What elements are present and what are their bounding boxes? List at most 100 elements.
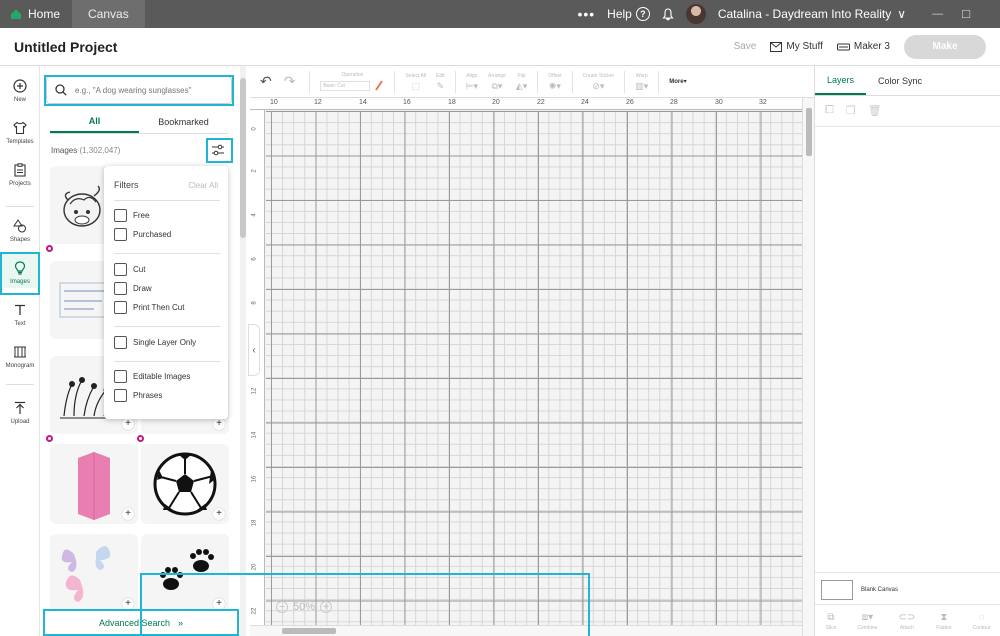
edit-button[interactable]: Edit ✎: [436, 73, 445, 91]
rail-item-shapes[interactable]: Shapes: [0, 218, 40, 243]
add-image-button[interactable]: +: [213, 418, 225, 430]
plus-circle-icon: [12, 78, 28, 94]
maximize-window-icon[interactable]: ☐: [961, 8, 971, 21]
advanced-search-button[interactable]: Advanced Search »: [44, 611, 238, 635]
rail-item-text[interactable]: Text: [0, 302, 40, 327]
more-button[interactable]: More▾: [669, 78, 686, 85]
scrollbar-thumb[interactable]: [282, 628, 336, 634]
checkbox[interactable]: [114, 301, 127, 314]
add-image-button[interactable]: +: [122, 418, 134, 430]
offset-button[interactable]: Offset ✺▾: [548, 73, 561, 91]
duplicate-icon[interactable]: ❐: [846, 104, 856, 117]
operation-select[interactable]: Basic Cut: [320, 80, 371, 91]
create-sticker-button[interactable]: Create Sticker ⊘▾: [583, 73, 615, 91]
ruler-label: 18: [448, 99, 456, 106]
filter-option-single-layer[interactable]: Single Layer Only: [114, 336, 196, 349]
filter-label: Draw: [133, 284, 152, 293]
warp-button[interactable]: Warp ▥▾: [635, 73, 648, 91]
zoom-out-button[interactable]: −: [276, 601, 288, 613]
filter-option-draw[interactable]: Draw: [114, 282, 152, 295]
user-account-menu[interactable]: Catalina - Daydream Into Reality ∨: [718, 7, 906, 21]
arrange-button[interactable]: Arrange ⧉▾: [488, 73, 506, 91]
tab-color-sync[interactable]: Color Sync: [866, 66, 934, 95]
more-options-icon[interactable]: •••: [577, 6, 595, 22]
save-button[interactable]: Save: [734, 41, 757, 52]
undo-icon[interactable]: ↶: [260, 73, 272, 90]
blank-canvas-layer[interactable]: Blank Canvas: [821, 580, 898, 600]
machine-selector[interactable]: Maker 3: [836, 41, 890, 52]
canvas-grid[interactable]: [266, 111, 802, 625]
clear-all-button[interactable]: Clear All: [188, 181, 218, 190]
filter-option-print-then-cut[interactable]: Print Then Cut: [114, 301, 184, 314]
canvas-tab[interactable]: Canvas: [72, 0, 145, 28]
make-button[interactable]: Make: [904, 34, 986, 59]
collapse-panel-button[interactable]: ‹: [248, 324, 260, 376]
flip-button[interactable]: Flip ◭▾: [516, 73, 527, 91]
checkbox[interactable]: [114, 370, 127, 383]
flatten-button[interactable]: ⧗ Flatten: [936, 612, 951, 631]
ruler-label: 8: [251, 301, 258, 305]
image-tile[interactable]: +: [50, 444, 138, 524]
filter-toggle-button[interactable]: [206, 138, 230, 162]
contour-button[interactable]: ◌ Contour: [973, 612, 991, 631]
checkbox[interactable]: [114, 263, 127, 276]
operation-dropdown[interactable]: Operation Basic Cut: [320, 72, 384, 92]
slice-button[interactable]: ⧉ Slice: [826, 612, 837, 631]
image-tile[interactable]: +: [141, 444, 229, 524]
tab-layers[interactable]: Layers: [815, 66, 867, 95]
close-window-icon[interactable]: [989, 8, 992, 21]
images-panel-scrollbar[interactable]: [240, 66, 246, 636]
scrollbar-thumb[interactable]: [806, 108, 812, 156]
advanced-search-label: Advanced Search: [98, 618, 171, 628]
search-box[interactable]: [46, 76, 232, 104]
canvas-vertical-scrollbar[interactable]: [802, 98, 814, 636]
home-tab[interactable]: Home: [0, 0, 72, 28]
search-input[interactable]: [75, 85, 225, 95]
filter-option-phrases[interactable]: Phrases: [114, 389, 162, 402]
combine-button[interactable]: ⧈▾ Combine: [857, 612, 877, 631]
delete-icon[interactable]: 🗑: [868, 104, 882, 117]
checkbox[interactable]: [114, 282, 127, 295]
page-title[interactable]: Untitled Project: [14, 39, 117, 55]
scrollbar-thumb[interactable]: [240, 78, 246, 238]
design-canvas[interactable]: 10 12 14 16 18 20 22 24 26 28 30 32 0 2 …: [250, 98, 814, 636]
redo-icon[interactable]: ↷: [284, 73, 296, 90]
checkbox[interactable]: [114, 228, 127, 241]
image-tile[interactable]: +: [50, 534, 138, 614]
filter-option-free[interactable]: Free: [114, 209, 149, 222]
notifications-bell-icon[interactable]: [662, 7, 674, 21]
filter-option-purchased[interactable]: Purchased: [114, 228, 171, 241]
rail-item-new[interactable]: New: [0, 78, 40, 103]
rail-item-upload[interactable]: Upload: [0, 400, 40, 425]
filter-option-cut[interactable]: Cut: [114, 263, 145, 276]
checkbox[interactable]: [114, 389, 127, 402]
upload-icon: [12, 400, 28, 416]
rail-item-images[interactable]: Images: [0, 254, 40, 288]
add-image-button[interactable]: +: [213, 508, 225, 520]
canvas-swatch[interactable]: [821, 580, 853, 600]
tab-bookmarked[interactable]: Bookmarked: [139, 110, 228, 133]
add-image-button[interactable]: +: [122, 508, 134, 520]
help-button[interactable]: Help ?: [607, 7, 650, 21]
add-image-button[interactable]: +: [213, 598, 225, 610]
checkbox[interactable]: [114, 336, 127, 349]
minimize-window-icon[interactable]: —: [932, 8, 943, 21]
zoom-in-button[interactable]: +: [320, 601, 333, 613]
checkbox[interactable]: [114, 209, 127, 222]
canvas-horizontal-scrollbar[interactable]: [250, 625, 802, 636]
rail-item-templates[interactable]: Templates: [0, 120, 40, 145]
add-image-button[interactable]: +: [122, 598, 134, 610]
avatar[interactable]: [685, 4, 706, 24]
rail-item-projects[interactable]: Projects: [0, 162, 40, 187]
ruler-label: 4: [251, 213, 258, 217]
tab-all[interactable]: All: [50, 110, 139, 133]
filter-option-editable-images[interactable]: Editable Images: [114, 370, 190, 383]
filter-label: Cut: [133, 265, 146, 274]
group-icon[interactable]: ⧠: [825, 104, 834, 117]
select-all-button[interactable]: Select All ⬚: [405, 73, 426, 91]
attach-button[interactable]: ⊂⊃ Attach: [898, 612, 915, 631]
image-tile[interactable]: +: [141, 534, 229, 614]
my-stuff-button[interactable]: My Stuff: [770, 41, 823, 52]
rail-item-monogram[interactable]: Monogram: [0, 344, 40, 369]
align-button[interactable]: Align ⊨▾: [466, 73, 478, 91]
